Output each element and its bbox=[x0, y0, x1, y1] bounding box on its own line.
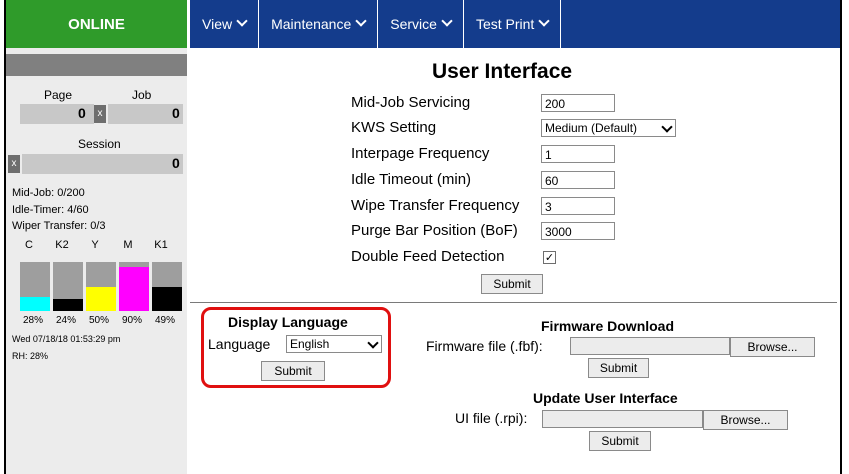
nav-test-print[interactable]: Test Print bbox=[464, 0, 562, 48]
firmware-download-heading: Firmware Download bbox=[541, 318, 675, 334]
job-counter-value: 0 bbox=[172, 105, 180, 121]
mid-job-servicing-label: Mid-Job Servicing bbox=[351, 94, 471, 111]
ink-percent-c: 28% bbox=[22, 315, 43, 326]
update-ui-heading: Update User Interface bbox=[533, 390, 678, 406]
page-title: User Interface bbox=[432, 60, 573, 83]
firmware-file-input[interactable] bbox=[570, 337, 730, 355]
wiper-transfer-stat: Wiper Transfer: 0/3 bbox=[12, 220, 106, 232]
double-feed-detection-label: Double Feed Detection bbox=[351, 248, 505, 265]
online-status: ONLINE bbox=[6, 0, 187, 48]
mid-job-servicing-input[interactable]: 200 bbox=[541, 94, 615, 112]
nav-maintenance-label: Maintenance bbox=[271, 16, 352, 32]
purge-bar-position-input[interactable]: 3000 bbox=[541, 222, 615, 240]
page-counter-label: Page bbox=[44, 88, 73, 102]
nav-test-print-label: Test Print bbox=[475, 16, 535, 32]
nav-service[interactable]: Service bbox=[378, 0, 464, 48]
language-label: Language bbox=[208, 336, 271, 352]
ui-file-input[interactable] bbox=[542, 410, 703, 428]
ui-browse-button[interactable]: Browse... bbox=[703, 410, 788, 430]
sidebar-header-bar bbox=[6, 54, 187, 76]
idle-timeout-input[interactable]: 60 bbox=[541, 171, 615, 189]
wipe-transfer-frequency-input[interactable]: 3 bbox=[541, 197, 615, 215]
ink-label-m: M bbox=[123, 239, 133, 251]
ink-fill-k2 bbox=[53, 299, 83, 311]
reset-session-button[interactable]: x bbox=[8, 155, 20, 173]
ink-percent-k1: 49% bbox=[154, 315, 175, 326]
kws-setting-label: KWS Setting bbox=[351, 119, 437, 136]
nav-maintenance[interactable]: Maintenance bbox=[259, 0, 379, 48]
mid-job-stat: Mid-Job: 0/200 bbox=[12, 187, 85, 199]
firmware-file-label: Firmware file (.fbf): bbox=[426, 338, 543, 354]
ink-level-k1 bbox=[152, 262, 182, 311]
top-nav: View Maintenance Service Test Print bbox=[190, 0, 840, 48]
ink-label-k2: K2 bbox=[55, 239, 69, 251]
ink-fill-m bbox=[119, 266, 149, 311]
double-feed-detection-checkbox[interactable]: ✓ bbox=[543, 251, 556, 264]
humidity-readout: RH: 28% bbox=[12, 351, 49, 361]
firmware-submit-button[interactable]: Submit bbox=[588, 358, 649, 378]
ui-file-submit-button[interactable]: Submit bbox=[589, 431, 651, 451]
chevron-down-icon bbox=[355, 15, 367, 27]
page-counter-value: 0 bbox=[78, 105, 86, 121]
datetime-readout: Wed 07/18/18 01:53:29 pm bbox=[12, 334, 121, 344]
display-language-heading: Display Language bbox=[228, 314, 348, 330]
ink-percent-y: 50% bbox=[88, 315, 109, 326]
interpage-frequency-label: Interpage Frequency bbox=[351, 145, 490, 162]
session-counter-box bbox=[22, 154, 183, 174]
interpage-frequency-input[interactable]: 1 bbox=[541, 145, 615, 163]
firmware-browse-button[interactable]: Browse... bbox=[730, 337, 815, 357]
nav-service-label: Service bbox=[390, 16, 437, 32]
ink-level-k2 bbox=[53, 262, 83, 311]
ink-label-k1: K1 bbox=[154, 239, 168, 251]
chevron-down-icon bbox=[236, 15, 248, 27]
job-counter-label: Job bbox=[132, 88, 152, 102]
session-counter-value: 0 bbox=[172, 155, 180, 171]
ink-label-y: Y bbox=[91, 239, 99, 251]
purge-bar-position-label: Purge Bar Position (BoF) bbox=[351, 222, 518, 239]
ink-label-c: C bbox=[25, 239, 33, 251]
ink-level-c bbox=[20, 262, 50, 311]
chevron-down-icon bbox=[661, 121, 673, 133]
ink-percent-m: 90% bbox=[121, 315, 142, 326]
ink-percent-k2: 24% bbox=[55, 315, 76, 326]
kws-setting-select[interactable]: Medium (Default) bbox=[541, 119, 676, 137]
ink-fill-k1 bbox=[152, 287, 182, 311]
nav-view-label: View bbox=[202, 16, 233, 32]
ink-fill-y bbox=[86, 286, 116, 311]
kws-setting-value: Medium (Default) bbox=[545, 121, 638, 135]
chevron-down-icon bbox=[367, 337, 379, 349]
status-sidebar: ONLINE Page Job 0 x 0 Session x 0 Mid-Jo… bbox=[6, 0, 187, 474]
chevron-down-icon bbox=[441, 15, 453, 27]
ink-fill-c bbox=[20, 297, 50, 311]
nav-view[interactable]: View bbox=[190, 0, 260, 48]
session-counter-label: Session bbox=[78, 137, 121, 151]
ui-submit-button[interactable]: Submit bbox=[481, 274, 543, 294]
ui-file-label: UI file (.rpi): bbox=[455, 410, 528, 426]
wipe-transfer-frequency-label: Wipe Transfer Frequency bbox=[351, 197, 520, 214]
language-select[interactable]: English bbox=[286, 335, 382, 353]
language-value: English bbox=[290, 337, 330, 351]
idle-timeout-label: Idle Timeout (min) bbox=[351, 171, 472, 188]
language-submit-button[interactable]: Submit bbox=[261, 361, 325, 381]
idle-timer-stat: Idle-Timer: 4/60 bbox=[12, 204, 89, 216]
ink-level-m bbox=[119, 262, 149, 311]
chevron-down-icon bbox=[538, 15, 550, 27]
reset-page-button[interactable]: x bbox=[94, 105, 106, 123]
section-divider bbox=[190, 302, 837, 303]
ink-level-y bbox=[86, 262, 116, 311]
